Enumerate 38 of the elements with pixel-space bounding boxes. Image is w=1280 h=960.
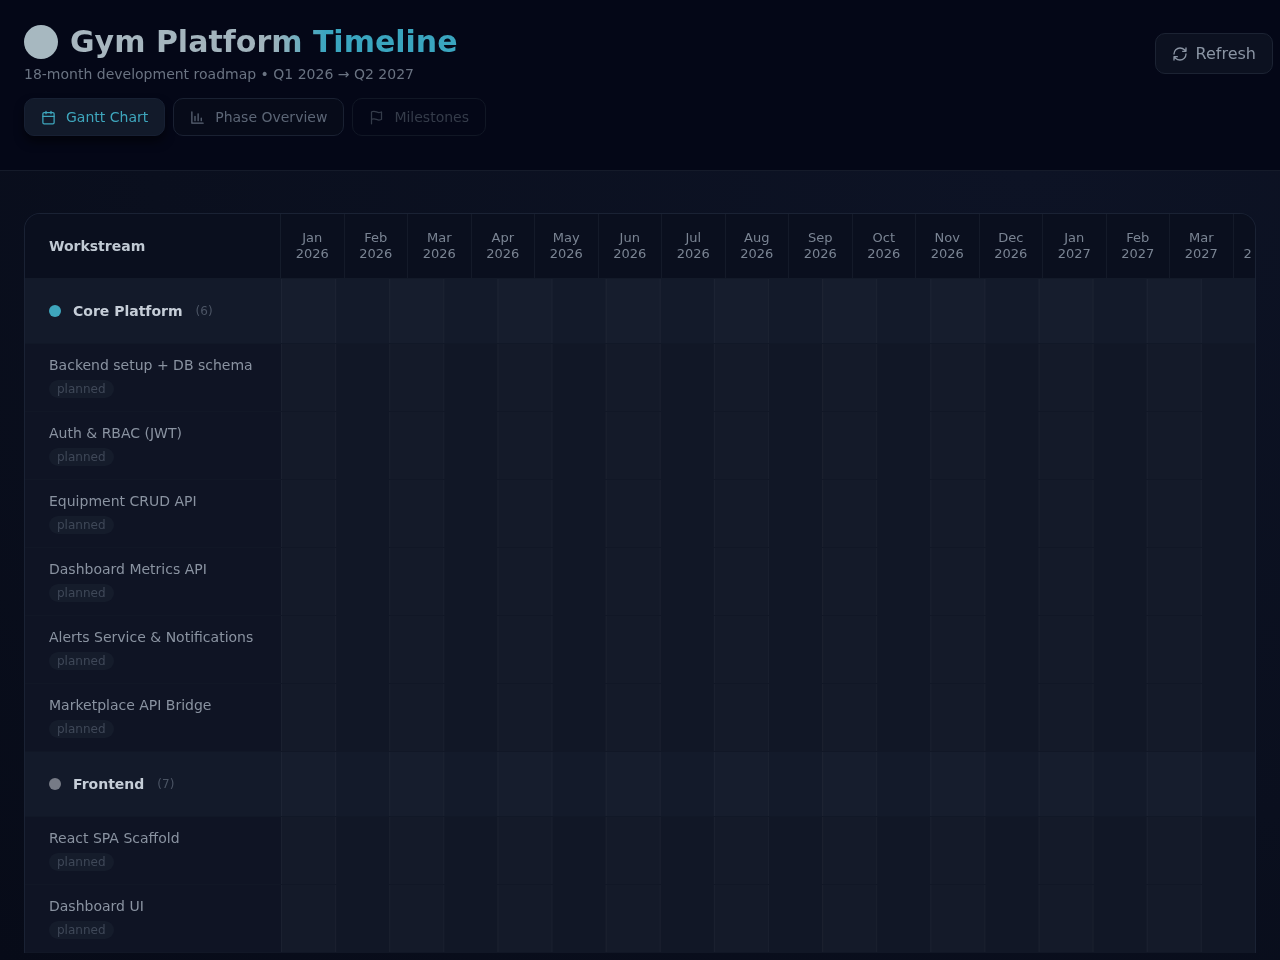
calendar-icon [41,109,56,125]
task-name: Dashboard Metrics API [49,560,207,579]
month-header: Jul 2026 [662,214,726,278]
month-header: Dec 2026 [979,214,1043,278]
bar-chart-icon [190,109,206,125]
month-header: Feb 2026 [344,214,408,278]
task-name: Alerts Service & Notifications [49,628,254,647]
task-name: Marketplace API Bridge [49,696,212,715]
month-header: Apr 2026 [471,214,535,278]
month-header: Sep 2026 [789,214,853,278]
column-header: Workstream [49,238,146,254]
flag-icon [369,109,385,125]
task-name: React SPA Scaffold [49,829,180,848]
month-header: Mar 2027 [1170,214,1234,278]
task-name: Equipment CRUD API [49,492,197,511]
group-name: Core Platform [73,303,183,319]
month-header: Aug 2026 [725,214,789,278]
month-header: Jan 2027 [1043,214,1107,278]
month-header: Nov 2026 [916,214,980,278]
month-header: 2 [1243,246,1252,262]
page-subtitle: 18-month development roadmap • Q1 2026 → Q2 2027 [24,65,415,84]
group-name: Frontend [73,776,145,792]
circle-logo-icon [24,25,58,59]
month-header: Oct 2026 [852,214,916,278]
tab[interactable]: Phase Overview [173,98,345,136]
month-header: Mar 2026 [408,214,472,278]
group-count: (7) [157,777,175,791]
task-name: Auth & RBAC (JWT) [49,424,182,443]
month-header: May 2026 [535,214,599,278]
month-header: Jan 2026 [281,214,345,278]
refresh-button[interactable]: Refresh [1154,33,1273,74]
task-name: Backend setup + DB schema [49,356,253,375]
task-name: Dashboard UI [49,897,144,916]
tab[interactable]: Gantt Chart [24,98,166,136]
refresh-icon [1171,45,1188,62]
group-count: (6) [195,304,213,318]
month-header: Jun 2026 [598,214,662,278]
month-header: Feb 2027 [1106,214,1170,278]
